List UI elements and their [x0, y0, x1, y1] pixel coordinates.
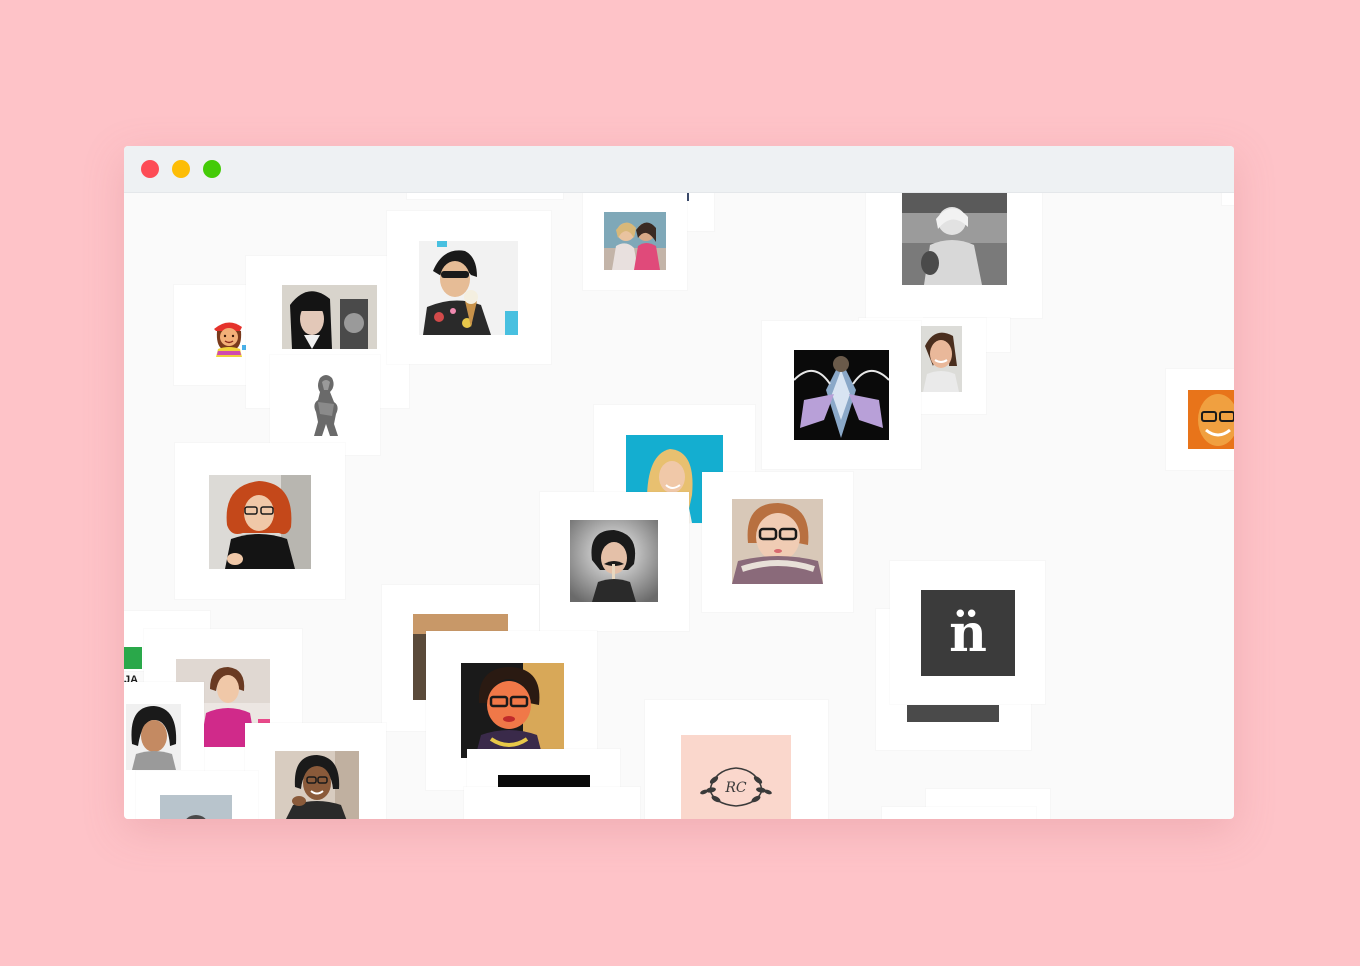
- gallery-card[interactable]: RC: [645, 700, 828, 819]
- avatar-emoji-girl: [208, 315, 250, 357]
- gallery-card[interactable]: [882, 807, 1036, 819]
- avatar-woman-glasses-scarf: [732, 499, 823, 584]
- avatar-woman-icecream: [419, 241, 518, 335]
- gallery-card[interactable]: [175, 443, 345, 599]
- avatar-woman-bangs: [282, 285, 377, 349]
- zoom-button[interactable]: [203, 160, 221, 178]
- avatar-woman-red-curls: [209, 475, 311, 569]
- monogram-text: RC: [724, 780, 747, 796]
- gallery-card[interactable]: n̈: [890, 561, 1045, 704]
- avatar-gallery: n̈ RC JA: [124, 193, 1234, 819]
- avatar-green-logo: JA: [124, 647, 142, 685]
- gallery-card[interactable]: [540, 492, 689, 631]
- gallery-card[interactable]: [866, 193, 1042, 318]
- gallery-card[interactable]: [245, 723, 386, 819]
- gallery-card[interactable]: [583, 193, 687, 290]
- wreath-icon: RC: [700, 767, 772, 807]
- avatar-woman-curly-hair: [126, 704, 181, 770]
- gallery-card[interactable]: [1222, 193, 1234, 205]
- avatar-woman-mustache: [570, 520, 658, 602]
- avatar-woman-smiling-side: [921, 326, 962, 392]
- gallery-card[interactable]: [407, 193, 563, 199]
- gallery-card[interactable]: [762, 321, 921, 469]
- avatar-woman-orange-glasses: [461, 663, 564, 758]
- gallery-card[interactable]: [464, 787, 640, 819]
- avatar-woman-laughing: [275, 751, 359, 819]
- title-bar: [124, 146, 1234, 193]
- gallery-card[interactable]: [270, 355, 380, 455]
- close-button[interactable]: [141, 160, 159, 178]
- avatar-logo-n: n̈: [921, 590, 1015, 676]
- browser-window: n̈ RC JA: [124, 146, 1234, 819]
- avatar-monogram: RC: [681, 735, 791, 819]
- avatar-two-friends: [604, 212, 666, 270]
- photo-partial: [160, 795, 232, 819]
- minimize-button[interactable]: [172, 160, 190, 178]
- logo-n-glyph: n̈: [949, 602, 987, 664]
- avatar-kaleidoscope: [794, 350, 889, 440]
- gallery-card[interactable]: [136, 771, 258, 819]
- avatar-man-orange: [1188, 390, 1234, 449]
- gallery-card[interactable]: [387, 211, 551, 364]
- avatar-woman-bw-booth: [902, 193, 1007, 285]
- avatar-sculpture: [306, 372, 346, 438]
- gallery-card[interactable]: [702, 472, 853, 612]
- gallery-card[interactable]: [1166, 369, 1234, 470]
- photo-partial: [907, 705, 999, 722]
- photo-partial: [498, 775, 590, 787]
